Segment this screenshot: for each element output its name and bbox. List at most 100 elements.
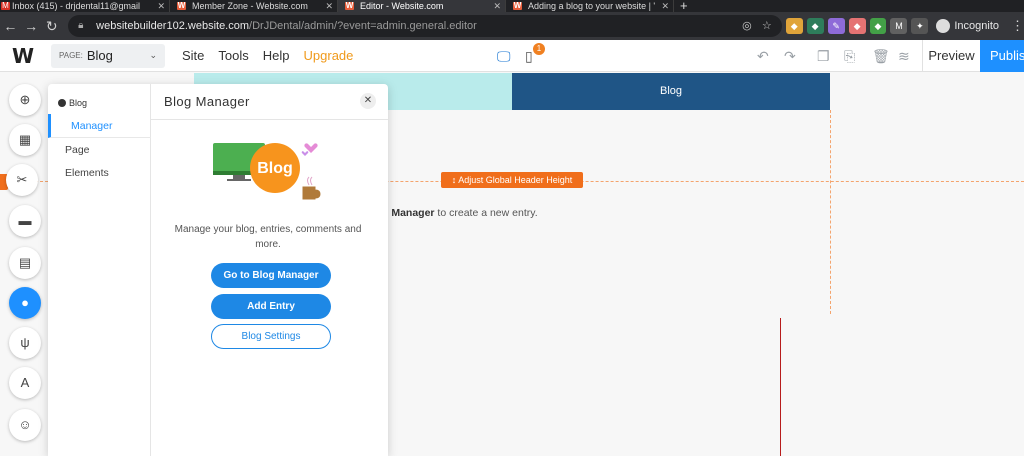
chevron-down-icon: ⌄ [149,50,157,60]
go-to-blog-manager-button[interactable]: Go to Blog Manager [211,263,331,288]
calendar-button[interactable]: ▤ [9,247,41,279]
browser-tab-inbox[interactable]: M Inbox (415) - drjdental11@gmail ✕ [0,0,170,12]
menu-help[interactable]: Help [263,48,290,63]
ruler-guide-line [780,318,781,456]
heart-icon [304,143,318,153]
undo-icon[interactable]: ↶ [757,48,769,65]
editor-toolbar: W PAGE: Blog ⌄ Site Tools Help Upgrade 🖵… [0,40,1024,72]
menu-upgrade[interactable]: Upgrade [304,48,354,63]
panel-nav-page[interactable]: Page [48,138,151,162]
members-button[interactable]: ☺ [9,409,41,441]
mobile-view-icon[interactable]: ▯ [525,48,533,65]
desktop-view-icon[interactable]: 🖵︎ [497,48,511,65]
bookmark-star-icon[interactable]: ☆ [762,15,772,37]
incognito-profile[interactable]: Incognito [936,19,999,33]
website-icon: W [513,1,522,10]
menu-tools[interactable]: Tools [218,48,248,63]
back-icon[interactable]: ← [0,18,21,34]
layouts-button[interactable]: ▦ [9,124,41,156]
close-tab-icon[interactable]: ✕ [157,0,165,12]
website-icon: W [177,1,186,10]
tab-title: Editor - Website.com [360,1,444,11]
incognito-label: Incognito [954,20,1000,32]
users-icon: ☺ [18,417,32,432]
paintbrush-icon: ✂ [16,172,28,187]
publish-button[interactable]: Publish [980,40,1024,72]
gmail-icon: M [1,1,10,10]
preview-button[interactable]: Preview [922,40,980,72]
page-selector-value: Blog [86,48,113,63]
url-path: /DrJDental/admin/?event=admin.general.ed… [249,20,477,32]
layers-icon[interactable]: ≋ [898,48,910,65]
panel-section-header: Blog [58,98,87,108]
extension-icon[interactable]: ✎ [827,18,845,34]
tab-title: Inbox (415) - drjdental11@gmail [12,1,141,11]
browser-tab-strip: M Inbox (415) - drjdental11@gmail ✕ W Me… [0,0,1024,12]
browser-toolbar: ← → ↻ 🔒︎ websitebuilder102.website.com/D… [0,12,1024,40]
notification-badge: 1 [533,43,545,55]
extension-icon[interactable]: ◆ [848,18,866,34]
files-button[interactable]: ▬ [9,205,41,237]
tab-title: Member Zone - Website.com [192,1,308,11]
content-boundary-guide [830,110,831,314]
incognito-icon [936,19,951,33]
panel-nav-elements[interactable]: Elements [48,161,151,185]
blog-placeholder-rest: to create a new entry. [434,207,538,219]
redo-icon[interactable]: ↷ [784,48,796,65]
address-bar[interactable]: 🔒︎ websitebuilder102.website.com/DrJDent… [68,15,782,37]
panel-header: Blog Manager ✕ [151,84,388,120]
panel-nav: Blog Manager Page Elements [48,84,151,456]
blog-placeholder-text: g Manager to create a new entry. [382,207,538,219]
page-selector-prefix: PAGE: [59,51,83,60]
page-selector[interactable]: PAGE: Blog ⌄ [51,43,165,68]
website-icon: W [345,1,354,10]
website-logo[interactable]: W [0,44,46,68]
layout-icon: ▦ [18,132,32,147]
translate-icon: A [20,375,30,390]
extension-icon[interactable]: M [890,18,908,34]
extension-icon[interactable]: ◆ [806,18,824,34]
extension-icon[interactable]: ◆ [785,18,803,34]
browser-tab-member-zone[interactable]: W Member Zone - Website.com ✕ [170,0,338,12]
extension-icon[interactable]: ◆ [869,18,887,34]
calendar-icon: ▤ [18,255,32,270]
browser-tab-adding-blog[interactable]: W Adding a blog to your website | ' ✕ [506,0,674,12]
panel-nav-manager[interactable]: Manager [48,114,151,138]
blog-settings-button[interactable]: Blog Settings [211,324,331,349]
blog-button[interactable]: ● [9,287,41,319]
browser-tab-editor[interactable]: W Editor - Website.com ✕ [338,0,506,12]
copy-icon[interactable]: ❐ [817,48,830,65]
blog-placeholder-bold: g Manager [382,207,435,219]
more-menu-icon[interactable]: ⋮ [1011,18,1024,34]
lock-icon[interactable]: 🔒︎ [78,15,83,37]
illustration-label: Blog [257,160,293,177]
chat-bubble-icon [58,99,66,107]
close-tab-icon[interactable]: ✕ [661,0,669,12]
blog-manager-panel: Blog Manager Page Elements Blog Manager … [48,84,388,456]
design-button[interactable]: ✂ [6,164,38,196]
close-icon[interactable]: ✕ [360,93,376,109]
close-tab-icon[interactable]: ✕ [493,0,501,12]
add-element-button[interactable]: ⊕ [9,84,41,116]
panel-description: Manage your blog, entries, comments and … [174,224,362,250]
menu-site[interactable]: Site [182,48,204,63]
blog-illustration: Blog [213,143,321,200]
add-entry-button[interactable]: Add Entry [211,294,331,319]
paste-icon[interactable]: ⎘ [844,48,855,65]
forward-icon[interactable]: → [21,18,42,34]
panel-title: Blog Manager [164,94,250,109]
eye-off-icon[interactable]: ◎ [742,15,752,37]
panel-section-label: Blog [69,98,88,108]
puzzle-icon[interactable]: ✦ [911,18,929,34]
trash-icon[interactable]: 🗑︎ [872,48,890,65]
reload-icon[interactable]: ↻ [41,18,62,35]
close-tab-icon[interactable]: ✕ [325,0,333,12]
restaurant-button[interactable]: ψ [9,327,41,359]
new-tab-button[interactable]: + [674,0,688,12]
site-nav-blog-item[interactable]: Blog [512,73,830,110]
fork-knife-icon: ψ [20,335,30,350]
chat-bubble-icon: ● [21,295,29,310]
coffee-cup-icon [302,186,321,200]
adjust-header-height-button[interactable]: ↕ Adjust Global Header Height [441,172,583,188]
translate-button[interactable]: A [9,367,41,399]
